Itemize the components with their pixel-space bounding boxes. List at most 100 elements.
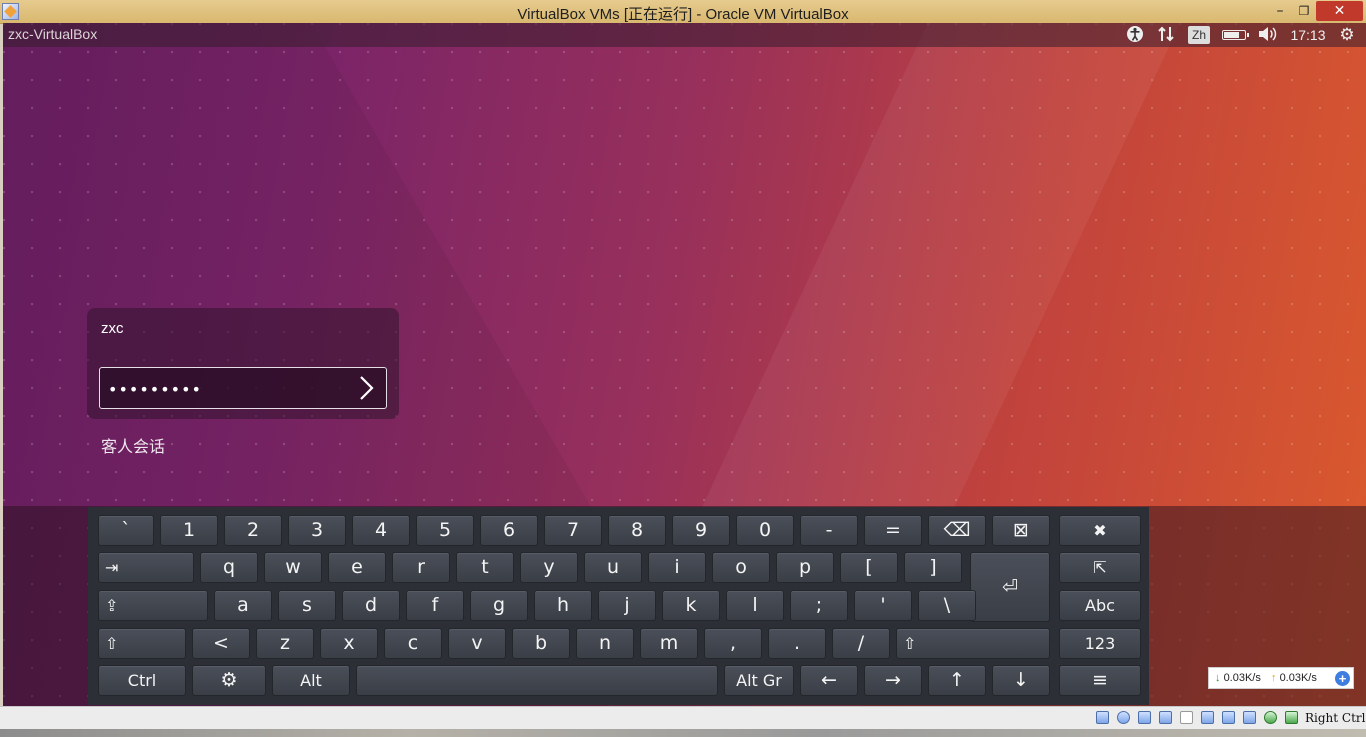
- key-quote[interactable]: ': [854, 590, 912, 621]
- password-box[interactable]: [99, 367, 387, 409]
- key-comma[interactable]: ,: [704, 628, 762, 659]
- key-close-keyboard[interactable]: ✖: [1059, 515, 1141, 546]
- key-space[interactable]: [356, 665, 718, 696]
- input-method-indicator[interactable]: Zh: [1188, 26, 1210, 44]
- volume-icon[interactable]: [1256, 25, 1278, 45]
- key-left-shift[interactable]: ⇧: [98, 628, 186, 659]
- key-8[interactable]: 8: [608, 515, 666, 546]
- key-y[interactable]: y: [520, 552, 578, 583]
- key-6[interactable]: 6: [480, 515, 538, 546]
- login-username[interactable]: zxc: [101, 320, 124, 337]
- key-minus[interactable]: -: [800, 515, 858, 546]
- network-speed-widget[interactable]: ↓ 0.03K/s ↑ 0.03K/s +: [1208, 667, 1354, 689]
- key-less-than[interactable]: <: [192, 628, 250, 659]
- key-h[interactable]: h: [534, 590, 592, 621]
- key-t[interactable]: t: [456, 552, 514, 583]
- display-status-icon[interactable]: [1222, 711, 1235, 724]
- optical-drive-status-icon[interactable]: [1117, 711, 1130, 724]
- key-a[interactable]: a: [214, 590, 272, 621]
- key-2[interactable]: 2: [224, 515, 282, 546]
- key-5[interactable]: 5: [416, 515, 474, 546]
- key-left-bracket[interactable]: [: [840, 552, 898, 583]
- shared-folders-status-icon[interactable]: [1201, 711, 1214, 724]
- key-c[interactable]: c: [384, 628, 442, 659]
- minimize-button[interactable]: –: [1272, 1, 1288, 21]
- key-slash[interactable]: /: [832, 628, 890, 659]
- clock[interactable]: 17:13: [1286, 25, 1330, 45]
- key-tab[interactable]: ⇥: [98, 552, 194, 583]
- key-backtick[interactable]: `: [98, 515, 154, 546]
- key-e[interactable]: e: [328, 552, 386, 583]
- key-w[interactable]: w: [264, 552, 322, 583]
- key-backslash[interactable]: \: [918, 590, 976, 621]
- audio-status-icon[interactable]: [1138, 711, 1151, 724]
- key-b[interactable]: b: [512, 628, 570, 659]
- download-speed: ↓ 0.03K/s: [1215, 672, 1261, 684]
- key-0[interactable]: 0: [736, 515, 794, 546]
- key-equals[interactable]: =: [864, 515, 922, 546]
- key-q[interactable]: q: [200, 552, 258, 583]
- guest-session-link[interactable]: 客人会话: [101, 433, 165, 457]
- key-ctrl[interactable]: Ctrl: [98, 665, 186, 696]
- key-u[interactable]: u: [584, 552, 642, 583]
- key-g[interactable]: g: [470, 590, 528, 621]
- key-period[interactable]: .: [768, 628, 826, 659]
- key-s[interactable]: s: [278, 590, 336, 621]
- key-n[interactable]: n: [576, 628, 634, 659]
- key-semicolon[interactable]: ;: [790, 590, 848, 621]
- virtualization-status-icon[interactable]: [1264, 711, 1277, 724]
- key-right-bracket[interactable]: ]: [904, 552, 962, 583]
- key-x[interactable]: x: [320, 628, 378, 659]
- key-1[interactable]: 1: [160, 515, 218, 546]
- restore-button[interactable]: ❐: [1296, 1, 1312, 21]
- mouse-integration-status-icon[interactable]: [1285, 711, 1298, 724]
- expand-plus-icon[interactable]: +: [1335, 671, 1350, 686]
- key-arrow-right[interactable]: →: [864, 665, 922, 696]
- key-p[interactable]: p: [776, 552, 834, 583]
- key-r[interactable]: r: [392, 552, 450, 583]
- key-backspace[interactable]: ⌫: [928, 515, 986, 546]
- key-j[interactable]: j: [598, 590, 656, 621]
- key-alt[interactable]: Alt: [272, 665, 350, 696]
- download-speed-value: 0.03K/s: [1223, 672, 1261, 684]
- key-m[interactable]: m: [640, 628, 698, 659]
- key-arrow-left[interactable]: ←: [800, 665, 858, 696]
- guest-screen[interactable]: zxc-VirtualBox Zh 17:13 ⚙ zxc 客人会话 ` 1 2…: [3, 23, 1366, 706]
- password-input[interactable]: [106, 377, 350, 401]
- key-l[interactable]: l: [726, 590, 784, 621]
- key-123-layout[interactable]: 123: [1059, 628, 1141, 659]
- usb-status-icon[interactable]: [1180, 711, 1193, 724]
- key-pointer-mode[interactable]: ⇱: [1059, 552, 1141, 583]
- key-settings[interactable]: ⚙: [192, 665, 266, 696]
- login-submit-chevron-icon[interactable]: [356, 374, 376, 402]
- hard-disk-status-icon[interactable]: [1096, 711, 1109, 724]
- key-alt-gr[interactable]: Alt Gr: [724, 665, 794, 696]
- key-4[interactable]: 4: [352, 515, 410, 546]
- key-k[interactable]: k: [662, 590, 720, 621]
- key-delete[interactable]: ⊠: [992, 515, 1050, 546]
- key-d[interactable]: d: [342, 590, 400, 621]
- network-status-icon[interactable]: [1159, 711, 1172, 724]
- key-7[interactable]: 7: [544, 515, 602, 546]
- network-icon[interactable]: [1156, 25, 1176, 45]
- key-caps-lock[interactable]: ⇪: [98, 590, 208, 621]
- battery-icon[interactable]: [1222, 30, 1249, 40]
- accessibility-icon[interactable]: [1125, 25, 1145, 45]
- session-gear-icon[interactable]: ⚙: [1336, 25, 1358, 45]
- key-arrow-up[interactable]: ↑: [928, 665, 986, 696]
- key-f[interactable]: f: [406, 590, 464, 621]
- key-enter[interactable]: ⏎: [970, 552, 1050, 622]
- video-capture-status-icon[interactable]: [1243, 711, 1256, 724]
- key-v[interactable]: v: [448, 628, 506, 659]
- key-abc-layout[interactable]: Abc: [1059, 590, 1141, 621]
- key-9[interactable]: 9: [672, 515, 730, 546]
- key-3[interactable]: 3: [288, 515, 346, 546]
- key-right-shift[interactable]: ⇧: [896, 628, 1050, 659]
- key-o[interactable]: o: [712, 552, 770, 583]
- key-arrow-down[interactable]: ↓: [992, 665, 1050, 696]
- key-i[interactable]: i: [648, 552, 706, 583]
- close-button[interactable]: ✕: [1316, 1, 1363, 21]
- key-z[interactable]: z: [256, 628, 314, 659]
- login-card: zxc: [87, 308, 399, 419]
- key-menu[interactable]: ≡: [1059, 665, 1141, 696]
